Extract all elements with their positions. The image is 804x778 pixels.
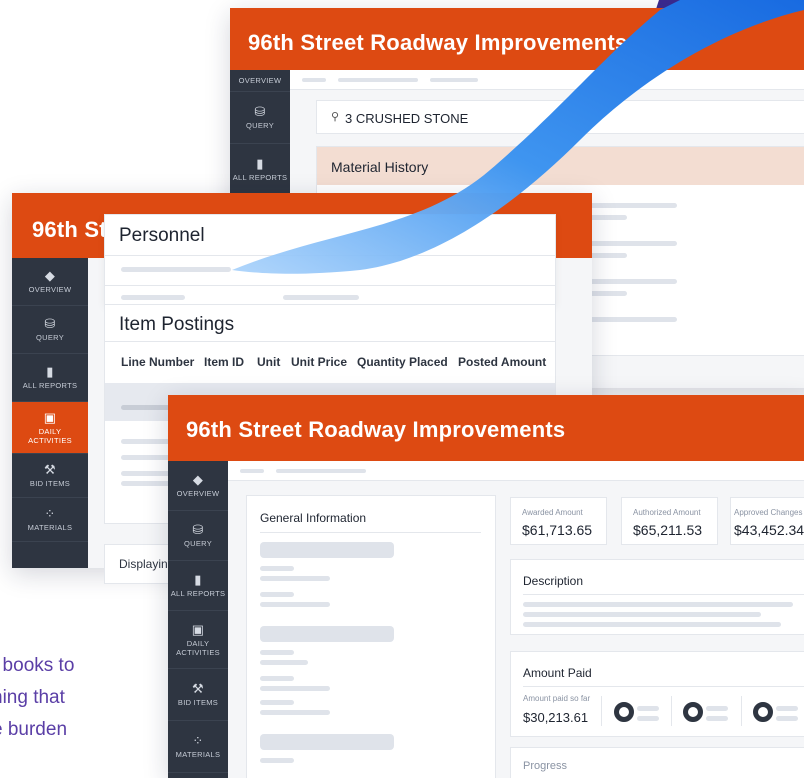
item-postings-title: Item Postings — [119, 314, 235, 335]
sidebar-item-query[interactable]: ⛁ QUERY — [12, 306, 88, 354]
material-history-header: Material History — [317, 147, 804, 185]
general-information-title: General Information — [260, 511, 367, 525]
sidebar-item-daily-activities[interactable]: ▣ DAILY ACTIVITIES — [12, 402, 88, 454]
column-header-unit-price[interactable]: Unit Price — [291, 355, 347, 369]
description-panel: Description — [510, 559, 804, 635]
search-icon: ⚲ — [331, 111, 340, 123]
sidebar-item-all-reports[interactable]: ▮ ALL REPORTS — [12, 354, 88, 402]
authorized-amount-value: $65,211.53 — [633, 522, 703, 538]
front-window: 96th Street Roadway Improvements ◆ OVERV… — [168, 395, 804, 778]
general-information-panel: General Information — [246, 495, 496, 778]
front-window-title: 96th Street Roadway Improvements — [168, 395, 804, 461]
database-icon: ⛁ — [192, 522, 204, 537]
gavel-icon: ⚒ — [192, 681, 204, 696]
search-bar[interactable]: ⚲ 3 CRUSHED STONE — [316, 100, 804, 134]
personnel-title: Personnel — [119, 225, 205, 246]
calendar-icon: ▣ — [43, 409, 57, 425]
layers-icon: ◆ — [192, 472, 204, 487]
materials-icon: ⁘ — [192, 733, 204, 748]
sidebar-item-bid-items[interactable]: ⚒ BID ITEMS — [12, 454, 88, 498]
calendar-icon: ▣ — [191, 621, 205, 637]
sidebar-item-overview[interactable]: ◆ OVERVIEW — [168, 461, 228, 511]
sidebar-item-query[interactable]: ⛁ QUERY — [168, 511, 228, 561]
amount-paid-title: Amount Paid — [523, 666, 592, 680]
sidebar-item-query[interactable]: ⛁ QUERY — [230, 92, 290, 144]
sidebar-item-materials[interactable]: ⁘ MATERIALS — [168, 721, 228, 773]
search-value: 3 CRUSHED STONE — [345, 111, 469, 126]
progress-ring-icon — [753, 702, 773, 722]
column-header-item-id[interactable]: Item ID — [204, 355, 244, 369]
progress-ring-icon — [683, 702, 703, 722]
displaying-text: Displayin — [119, 557, 168, 571]
front-sidebar: ◆ OVERVIEW ⛁ QUERY ▮ ALL REPORTS ▣ DAILY… — [168, 461, 228, 778]
amount-paid-value: $30,213.61 — [523, 710, 589, 725]
personnel-panel: Personnel — [104, 214, 556, 306]
back-breadcrumb — [290, 70, 804, 90]
front-breadcrumb — [228, 461, 804, 481]
chart-icon: ▮ — [194, 572, 202, 587]
database-icon: ⛁ — [254, 104, 266, 119]
amount-paid-panel: Amount Paid Amount paid so far $30,213.6… — [510, 651, 804, 737]
gavel-icon: ⚒ — [44, 462, 56, 477]
description-title: Description — [523, 574, 584, 588]
amount-paid-label: Amount paid so far — [523, 694, 591, 703]
sidebar-item-overview[interactable]: ◆ OVERVIEW — [12, 258, 88, 306]
marketing-collage: 96th Street Roadway Improvements OVERVIE… — [0, 0, 804, 778]
chart-icon: ▮ — [256, 156, 264, 171]
sidebar-item-materials[interactable]: ⁘ MATERIALS — [12, 498, 88, 542]
sidebar-item-all-reports[interactable]: ▮ ALL REPORTS — [230, 144, 290, 196]
sidebar-item-daily-activities[interactable]: ▣ DAILY ACTIVITIES — [168, 611, 228, 669]
progress-title: Progress — [523, 760, 568, 772]
column-header-unit[interactable]: Unit — [257, 355, 280, 369]
back-window-title: 96th Street Roadway Improvements — [230, 8, 804, 70]
sidebar-item-all-reports[interactable]: ▮ ALL REPORTS — [168, 561, 228, 611]
layers-icon: ◆ — [44, 268, 56, 283]
database-icon: ⛁ — [44, 316, 56, 331]
progress-panel: Progress — [510, 747, 804, 778]
column-header-line-number[interactable]: Line Number — [121, 355, 194, 369]
awarded-amount-card: Awarded Amount $61,713.65 — [510, 497, 607, 545]
approved-changes-value: $43,452.34 — [734, 522, 804, 538]
chart-icon: ▮ — [46, 364, 54, 379]
marketing-text: f books to hing that e burden — [0, 655, 75, 740]
authorized-amount-card: Authorized Amount $65,211.53 — [621, 497, 718, 545]
approved-changes-card: Approved Changes $43,452.34 — [730, 497, 804, 545]
column-header-posted-amount[interactable]: Posted Amount — [458, 355, 546, 369]
column-header-quantity-placed[interactable]: Quantity Placed — [357, 355, 448, 369]
materials-icon: ⁘ — [44, 506, 56, 521]
middle-sidebar: ◆ OVERVIEW ⛁ QUERY ▮ ALL REPORTS ▣ DAILY… — [12, 258, 88, 568]
awarded-amount-value: $61,713.65 — [522, 522, 593, 538]
sidebar-item-overview[interactable]: OVERVIEW — [230, 70, 290, 92]
progress-ring-icon — [614, 702, 634, 722]
sidebar-item-bid-items[interactable]: ⚒ BID ITEMS — [168, 669, 228, 721]
